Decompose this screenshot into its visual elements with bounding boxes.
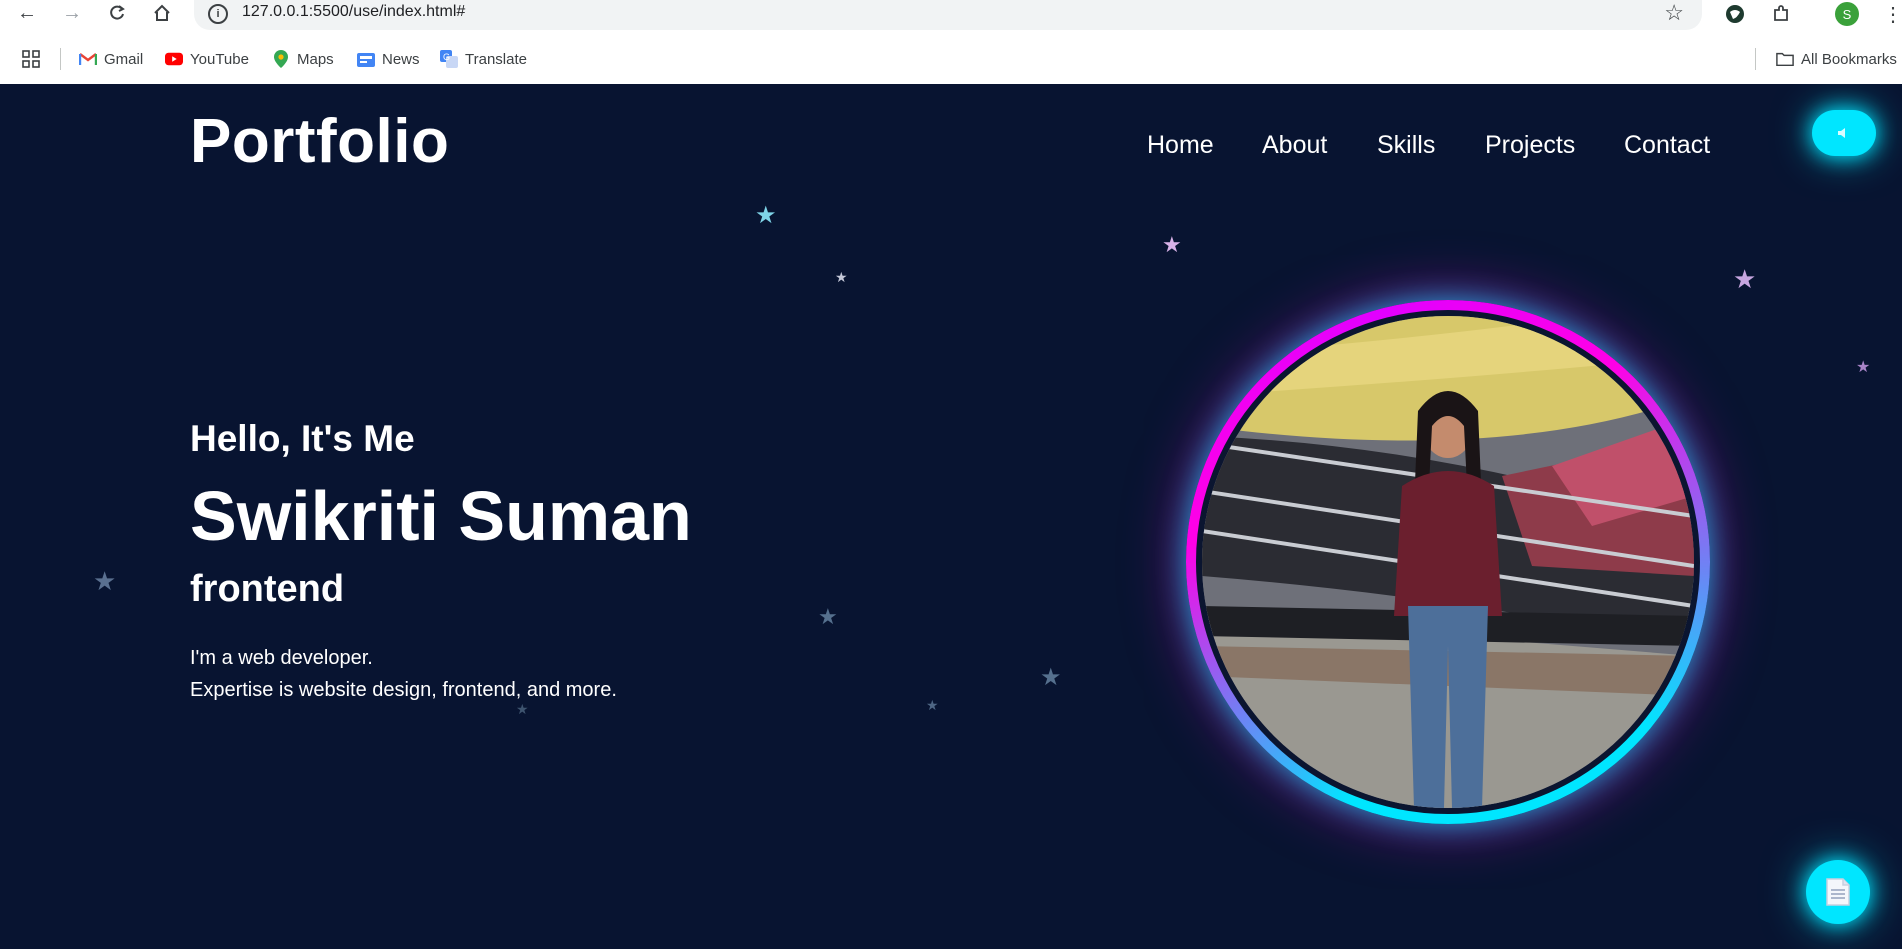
extensions-puzzle-icon[interactable] [1768,1,1794,27]
portfolio-page: Portfolio Home About Skills Projects Con… [0,84,1902,949]
hero-desc-line1: I'm a web developer. [190,647,373,669]
home-icon[interactable] [145,0,179,26]
hero-desc-line2: Expertise is website design, frontend, a… [190,679,617,701]
news-icon [357,50,375,68]
browser-toolbar: ← → i 127.0.0.1:5500/use/index.html# ☆ S… [0,0,1902,34]
reload-icon[interactable] [100,0,134,26]
star-icon: ★ [1162,232,1182,257]
bookmark-separator [60,48,61,70]
document-icon [1826,878,1850,906]
star-icon: ★ [1733,264,1757,294]
bookmark-news[interactable]: News [357,47,420,71]
url-text[interactable]: 127.0.0.1:5500/use/index.html# [242,3,465,21]
apps-grid-icon[interactable] [22,47,40,71]
star-icon: ★ [93,566,117,596]
gmail-icon [79,50,97,68]
bookmark-label: Translate [465,50,527,68]
site-logo[interactable]: Portfolio [190,106,449,177]
bookmark-youtube[interactable]: YouTube [165,47,249,71]
all-bookmarks-label: All Bookmarks [1801,50,1897,68]
svg-text:G: G [443,52,450,62]
nav-projects[interactable]: Projects [1485,131,1575,160]
menu-kebab-icon[interactable]: ⋮ [1880,1,1902,27]
hero-role: frontend [190,568,345,610]
folder-icon [1776,50,1794,68]
bookmark-translate[interactable]: G Translate [440,47,527,71]
back-icon[interactable]: ← [10,0,44,26]
bookmark-label: Gmail [104,50,144,68]
bookmark-star-icon[interactable]: ☆ [1664,0,1684,26]
nav-contact[interactable]: Contact [1624,131,1710,160]
star-icon: ★ [1040,664,1062,691]
address-bar[interactable]: i 127.0.0.1:5500/use/index.html# ☆ [194,0,1702,30]
bookmark-separator [1755,48,1756,70]
all-bookmarks[interactable]: All Bookmarks [1776,47,1897,71]
site-info-icon[interactable]: i [208,4,228,24]
star-icon: ★ [926,697,939,713]
hero-name: Swikriti Suman [190,477,692,555]
star-icon: ★ [835,269,848,285]
bookmarks-bar: Gmail YouTube Maps News G Translate All … [0,34,1902,85]
translate-icon: G [440,50,458,68]
nav-home[interactable]: Home [1147,131,1214,160]
bookmark-label: YouTube [190,50,249,68]
extension-icon[interactable] [1722,1,1748,27]
bookmark-label: News [382,50,420,68]
nav-about[interactable]: About [1262,131,1327,160]
profile-initial: S [1835,2,1859,26]
sound-toggle-button[interactable] [1812,110,1876,156]
bookmark-maps[interactable]: Maps [272,47,334,71]
star-icon: ★ [1856,359,1871,376]
document-button[interactable] [1806,860,1870,924]
nav-skills[interactable]: Skills [1377,131,1435,160]
hero-greeting: Hello, It's Me [190,418,415,459]
maps-icon [272,50,290,68]
forward-icon[interactable]: → [55,0,89,26]
youtube-icon [165,50,183,68]
star-icon: ★ [818,604,838,629]
profile-avatar[interactable]: S [1834,1,1860,27]
profile-photo-ring [1186,300,1710,824]
bookmark-gmail[interactable]: Gmail [79,47,143,71]
profile-photo [1196,310,1700,814]
speaker-icon [1838,128,1845,138]
star-icon: ★ [755,202,777,229]
hero-description: I'm a web developer. Expertise is websit… [190,642,617,706]
bookmark-label: Maps [297,50,334,68]
